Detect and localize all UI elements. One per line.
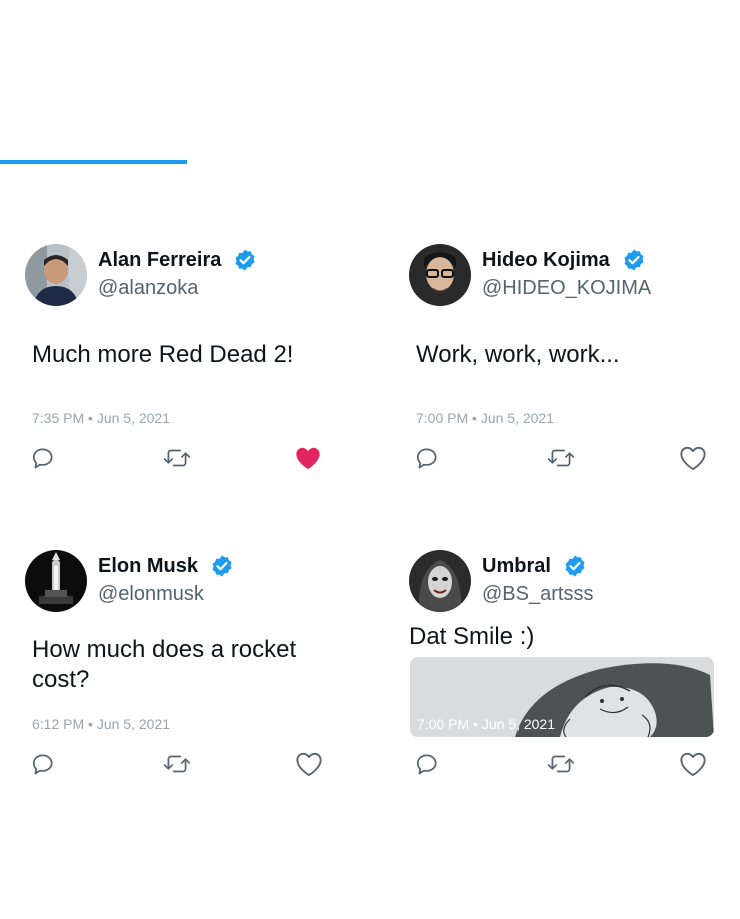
- display-name[interactable]: Umbral: [482, 555, 551, 578]
- like-button[interactable]: [293, 443, 323, 473]
- like-icon: [680, 446, 706, 471]
- retweet-icon: [547, 755, 575, 773]
- user-handle[interactable]: @alanzoka: [98, 277, 198, 300]
- tweet-timestamp[interactable]: 6:12 PM • Jun 5, 2021: [32, 716, 170, 732]
- tweet-text: Much more Red Dead 2!: [32, 341, 294, 368]
- user-handle[interactable]: @HIDEO_KOJIMA: [482, 277, 651, 300]
- like-button[interactable]: [678, 443, 708, 473]
- retweet-icon: [163, 755, 191, 773]
- retweet-icon: [163, 449, 191, 467]
- like-icon: [680, 752, 706, 777]
- active-tab-indicator: [0, 160, 187, 164]
- tweet-card[interactable]: Hideo Kojima @HIDEO_KOJIMA Work, work, w…: [384, 244, 734, 484]
- like-button[interactable]: [294, 749, 324, 779]
- tweet-card[interactable]: Elon Musk @elonmusk How much does a rock…: [0, 550, 350, 790]
- display-name[interactable]: Hideo Kojima: [482, 249, 610, 272]
- reply-button[interactable]: [28, 443, 58, 473]
- tweet-text: Dat Smile :): [409, 623, 535, 650]
- reply-icon: [416, 448, 437, 469]
- avatar[interactable]: [409, 550, 471, 612]
- reply-icon: [32, 754, 53, 775]
- user-handle[interactable]: @elonmusk: [98, 583, 204, 606]
- tweet-text: Work, work, work...: [416, 341, 620, 368]
- verified-badge-icon: [210, 554, 234, 578]
- reply-button[interactable]: [412, 443, 442, 473]
- tweet-timestamp[interactable]: 7:00 PM • Jun 5, 2021: [416, 410, 554, 426]
- reply-icon: [416, 754, 437, 775]
- user-handle[interactable]: @BS_artsss: [482, 583, 593, 606]
- retweet-button[interactable]: [162, 749, 192, 779]
- retweet-button[interactable]: [546, 443, 576, 473]
- display-name[interactable]: Elon Musk: [98, 555, 198, 578]
- avatar[interactable]: [25, 550, 87, 612]
- tweet-media-image[interactable]: 7:00 PM • Jun 5, 2021: [410, 657, 714, 737]
- display-name[interactable]: Alan Ferreira: [98, 249, 221, 272]
- reply-button[interactable]: [412, 749, 442, 779]
- avatar[interactable]: [25, 244, 87, 306]
- avatar[interactable]: [409, 244, 471, 306]
- verified-badge-icon: [622, 248, 646, 272]
- retweet-button[interactable]: [546, 749, 576, 779]
- reply-button[interactable]: [28, 749, 58, 779]
- tweet-timestamp[interactable]: 7:00 PM • Jun 5, 2021: [417, 716, 555, 732]
- like-icon: [296, 752, 322, 777]
- tweet-timestamp[interactable]: 7:35 PM • Jun 5, 2021: [32, 410, 170, 426]
- reply-icon: [32, 448, 53, 469]
- tweet-text: How much does a rocket cost?: [32, 636, 297, 693]
- like-button[interactable]: [678, 749, 708, 779]
- tweet-card[interactable]: Alan Ferreira @alanzoka Much more Red De…: [0, 244, 350, 484]
- verified-badge-icon: [563, 554, 587, 578]
- retweet-icon: [547, 449, 575, 467]
- verified-badge-icon: [233, 248, 257, 272]
- like-filled-icon: [296, 447, 320, 470]
- retweet-button[interactable]: [162, 443, 192, 473]
